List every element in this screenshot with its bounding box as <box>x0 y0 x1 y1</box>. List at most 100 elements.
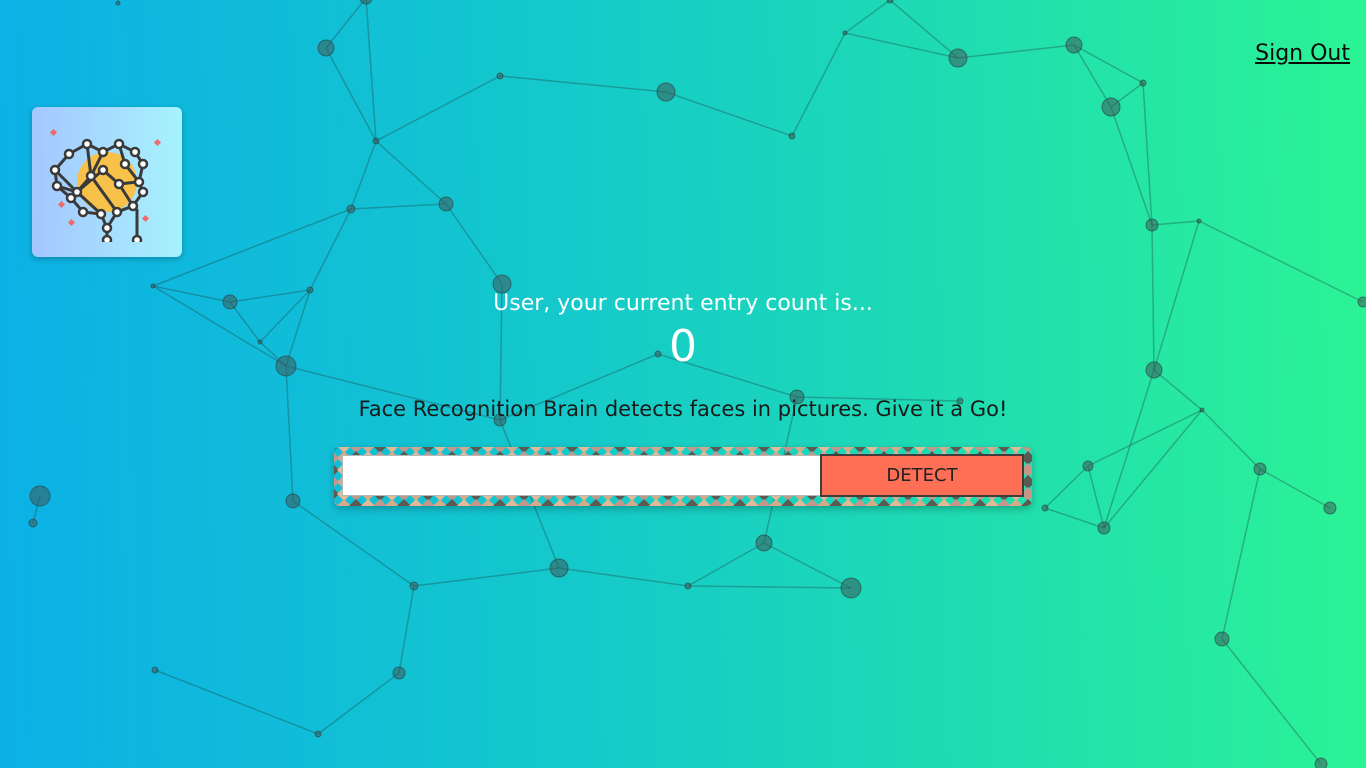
particle-node <box>1065 36 1083 54</box>
particle-link <box>309 208 352 291</box>
particle-link <box>398 585 415 674</box>
pattern-diamond <box>925 499 939 506</box>
pattern-diamond <box>889 499 903 506</box>
pattern-diamond <box>337 499 351 506</box>
particle-node <box>656 82 676 102</box>
pattern-diamond <box>637 499 651 506</box>
pattern-diamond <box>493 499 507 506</box>
brain-icon <box>49 128 162 242</box>
pattern-diamond <box>589 499 603 506</box>
particle-link <box>375 75 501 142</box>
pattern-diamond <box>529 499 543 506</box>
pattern-diamond <box>733 499 747 506</box>
pattern-diamond <box>625 499 639 506</box>
particle-link <box>687 542 765 587</box>
pattern-diamond <box>661 499 675 506</box>
pattern-diamond <box>853 499 867 506</box>
pattern-diamond <box>757 499 771 506</box>
particle-link <box>957 44 1075 59</box>
particle-node <box>150 283 156 289</box>
pattern-diamond <box>865 499 879 506</box>
particle-link <box>763 542 852 589</box>
particle-link <box>665 91 793 137</box>
pattern-diamond <box>841 499 855 506</box>
particle-link <box>375 140 447 205</box>
pattern-diamond <box>913 499 927 506</box>
particle-link <box>844 0 891 34</box>
particle-link <box>1087 465 1105 529</box>
particle-link <box>1221 638 1322 765</box>
particle-link <box>844 32 959 59</box>
pattern-diamond <box>481 499 495 506</box>
particle-node <box>409 581 419 591</box>
particle-node <box>1323 501 1337 515</box>
pattern-diamond <box>601 499 615 506</box>
particle-link <box>558 567 689 587</box>
pattern-diamond <box>553 499 567 506</box>
pattern-diamond <box>697 499 711 506</box>
app-tagline: Face Recognition Brain detects faces in … <box>358 397 1008 421</box>
particle-link <box>889 0 959 59</box>
image-url-input[interactable] <box>342 455 821 496</box>
pattern-diamond <box>793 499 807 506</box>
pattern-diamond <box>745 499 759 506</box>
particle-node <box>392 666 406 680</box>
particle-node <box>1314 757 1328 768</box>
pattern-diamond <box>505 499 519 506</box>
particle-node <box>1082 460 1094 472</box>
pattern-diamond <box>769 499 783 506</box>
pattern-diamond <box>445 499 459 506</box>
entry-count-value: 0 <box>669 321 697 372</box>
particle-node <box>1196 218 1202 224</box>
logo-card <box>32 107 182 257</box>
pattern-diamond <box>1022 447 1032 453</box>
pattern-diamond <box>997 499 1011 506</box>
particle-link <box>1044 507 1105 529</box>
pattern-diamond <box>349 499 363 506</box>
particle-node <box>1145 218 1159 232</box>
pattern-diamond <box>901 499 915 506</box>
detect-button[interactable]: DETECT <box>820 454 1024 497</box>
particle-link <box>365 0 377 142</box>
particle-node <box>549 558 569 578</box>
pattern-diamond <box>673 499 687 506</box>
particle-node <box>1041 504 1049 512</box>
pattern-diamond <box>709 499 723 506</box>
entry-count-label: User, your current entry count is... <box>493 291 873 316</box>
particle-node <box>317 39 335 57</box>
particle-link <box>1259 468 1331 509</box>
particle-link <box>791 32 846 137</box>
pattern-diamond <box>721 499 735 506</box>
particle-node <box>1097 521 1111 535</box>
particle-node <box>438 196 454 212</box>
pattern-diamond <box>517 499 531 506</box>
particle-link <box>1073 44 1144 84</box>
pattern-diamond <box>373 499 387 506</box>
particle-node <box>1101 97 1121 117</box>
particle-background <box>28 0 1366 768</box>
particle-link <box>152 208 352 287</box>
pattern-diamond <box>781 499 795 506</box>
particle-link <box>687 585 852 589</box>
pattern-diamond <box>949 499 963 506</box>
particle-node <box>1139 79 1147 87</box>
particle-node <box>115 0 121 6</box>
particle-node <box>886 0 894 4</box>
particle-node <box>788 132 796 140</box>
pattern-diamond <box>985 499 999 506</box>
particle-link <box>350 140 377 210</box>
sign-out-link[interactable]: Sign Out <box>1255 41 1350 66</box>
pattern-diamond <box>1021 499 1032 506</box>
pattern-diamond <box>805 499 819 506</box>
particle-link <box>317 672 400 735</box>
particle-link <box>154 669 319 735</box>
particle-link <box>350 203 447 210</box>
particle-link <box>413 567 560 587</box>
pattern-diamond <box>937 499 951 506</box>
pattern-diamond <box>421 499 435 506</box>
pattern-diamond <box>1009 499 1023 506</box>
particle-node <box>842 30 848 36</box>
particle-node <box>372 137 380 145</box>
particle-link <box>1073 44 1112 108</box>
particle-node <box>346 204 356 214</box>
